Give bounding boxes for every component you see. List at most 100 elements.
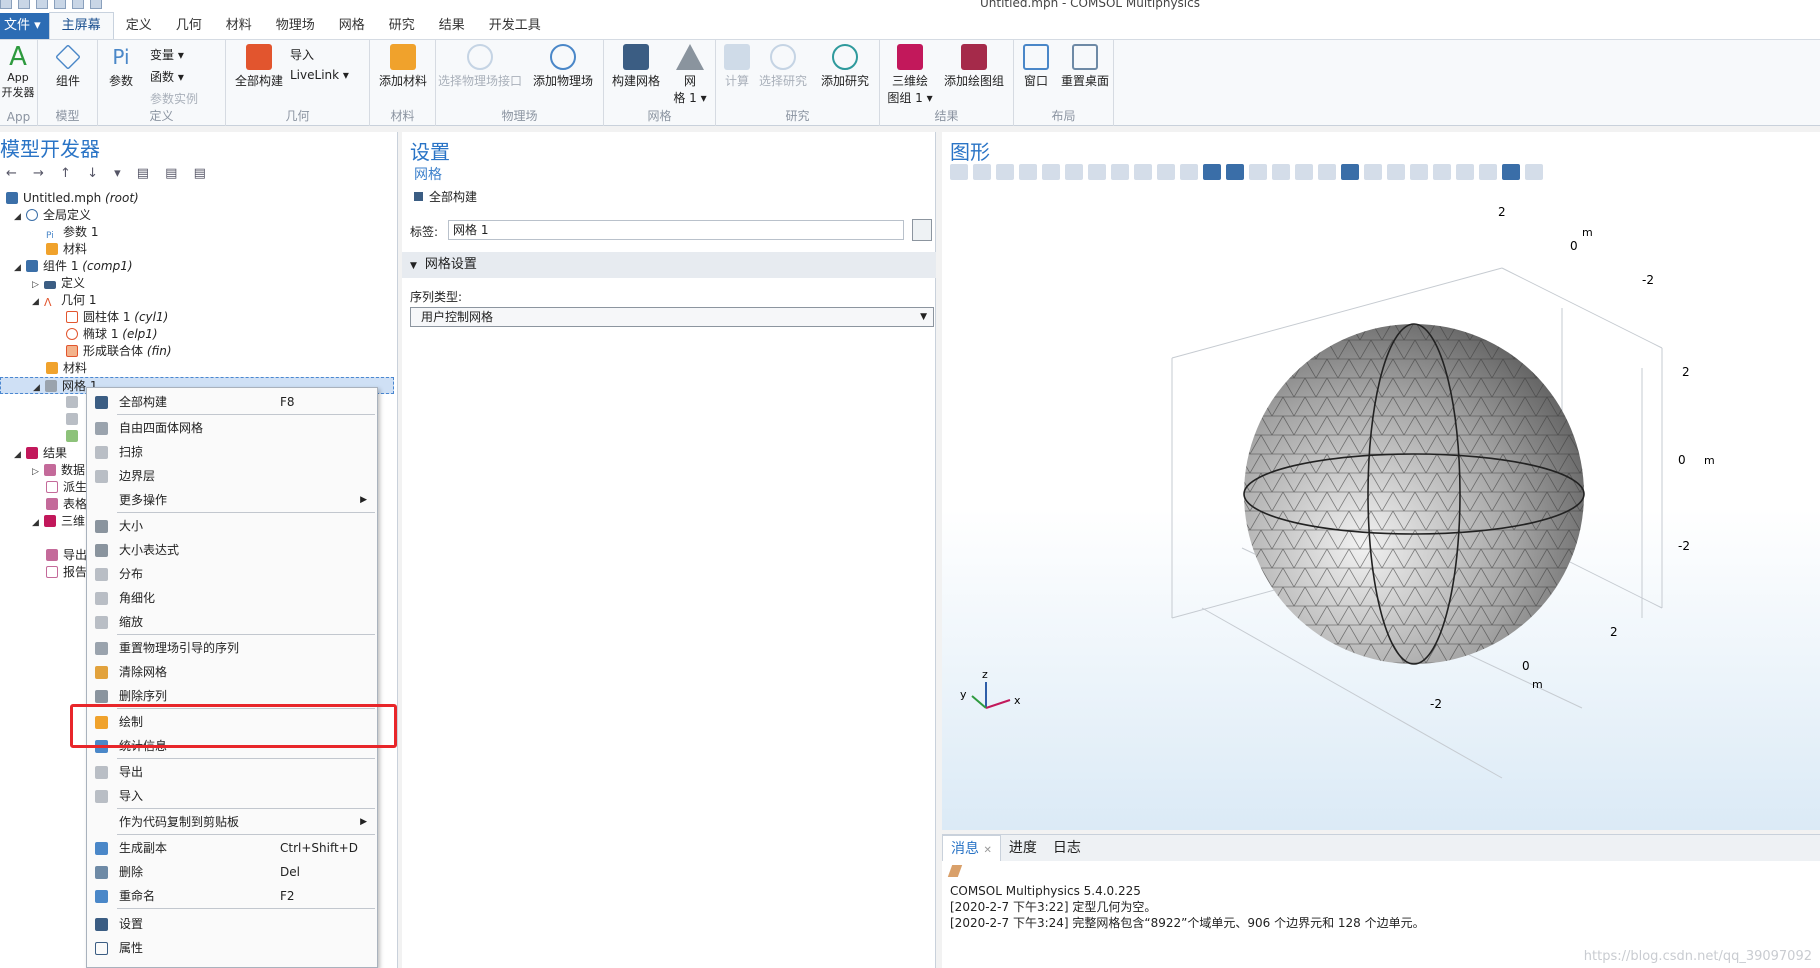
render-icon[interactable] (1502, 164, 1520, 180)
zoom-box-icon[interactable] (996, 164, 1014, 180)
build-mesh-button[interactable]: 构建网格 (608, 44, 664, 89)
close-icon[interactable]: ✕ (983, 845, 991, 856)
reset-desktop-button[interactable]: 重置桌面 (1058, 44, 1112, 89)
compute-button[interactable]: 计算 (722, 44, 752, 89)
axes-icon[interactable] (1065, 164, 1083, 180)
tree-node-results[interactable]: ◢ 结果 (14, 445, 67, 462)
collapse-arrow-icon[interactable]: ◢ (14, 260, 26, 277)
grid-icon[interactable] (1042, 164, 1060, 180)
print-icon[interactable] (1525, 164, 1543, 180)
menu-item-size[interactable]: 大小 (87, 514, 377, 538)
menu-item-properties[interactable]: 属性 (87, 936, 377, 960)
save-icon[interactable] (36, 0, 48, 9)
redo-icon[interactable] (90, 0, 102, 9)
menu-item-rename[interactable]: 重命名 F2 (87, 884, 377, 908)
menu-item-more-operations[interactable]: 更多操作 ▶ (87, 488, 377, 512)
menu-item-export[interactable]: 导出 (87, 760, 377, 784)
hide-icon[interactable] (1387, 164, 1405, 180)
zoom-extents-icon[interactable] (1019, 164, 1037, 180)
collapse-arrow-icon[interactable]: ◢ (32, 515, 44, 532)
menu-item-swept[interactable]: 扫掠 (87, 440, 377, 464)
undo-icon[interactable] (72, 0, 84, 9)
menu-item-import[interactable]: 导入 (87, 784, 377, 808)
build-all-button[interactable]: 全部构建 (234, 44, 284, 89)
graphics-canvas[interactable]: 2 m 0 -2 2 0 m -2 2 0 m -2 z x y (942, 188, 1820, 830)
zoom-selection-icon[interactable] (1364, 164, 1382, 180)
collapse-arrow-icon[interactable]: ◢ (14, 209, 26, 226)
clear-selection-icon[interactable] (1295, 164, 1313, 180)
open-icon[interactable] (18, 0, 30, 9)
tree-node-mesh-size[interactable] (66, 394, 83, 411)
zoom-out-icon[interactable] (973, 164, 991, 180)
tree-node-mesh-plot[interactable] (66, 428, 83, 445)
expand-arrow-icon[interactable]: ▷ (32, 464, 44, 481)
tree-node-tables[interactable]: 表格 (46, 496, 87, 513)
menu-item-clear-mesh[interactable]: 清除网格 (87, 660, 377, 684)
tab-progress[interactable]: 进度 (1001, 835, 1045, 861)
tab-mesh[interactable]: 网格 (327, 13, 377, 39)
menu-item-build-all[interactable]: 全部构建 F8 (87, 390, 377, 414)
select-object-icon[interactable] (1203, 164, 1221, 180)
tree-node-definitions[interactable]: ▷ 定义 (32, 275, 85, 292)
menu-item-reset-sequence[interactable]: 重置物理场引导的序列 (87, 636, 377, 660)
menu-item-boundary-layers[interactable]: 边界层 (87, 464, 377, 488)
add-physics-button[interactable]: 添加物理场 (528, 44, 598, 89)
view-zx-icon[interactable] (1134, 164, 1152, 180)
tree-node-ellipsoid[interactable]: 椭球 1 (elp1) (66, 326, 158, 343)
view-xy-icon[interactable] (1088, 164, 1106, 180)
tree-node-global-definitions[interactable]: ◢ 全局定义 (14, 207, 91, 224)
import-button[interactable]: 导入 (290, 46, 314, 63)
clear-messages-icon[interactable] (947, 865, 1812, 883)
plot-group-3d-button[interactable]: 三维绘 图组 1 ▾ (884, 44, 936, 106)
mesh1-button[interactable]: 网 格 1 ▾ (668, 44, 712, 106)
add-study-button[interactable]: 添加研究 (816, 44, 874, 89)
menu-item-settings[interactable]: 设置 (87, 912, 377, 936)
tree-node-component-materials[interactable]: 材料 (46, 360, 87, 377)
collapse-arrow-icon[interactable]: ◢ (32, 294, 44, 311)
menu-item-delete[interactable]: 删除 Del (87, 860, 377, 884)
label-input[interactable]: 网格 1 (448, 220, 904, 240)
physics-interface-button[interactable]: 选择物理场接口 (436, 44, 524, 89)
transparency-icon[interactable] (1433, 164, 1451, 180)
select-domain-icon[interactable] (1226, 164, 1244, 180)
add-plot-group-button[interactable]: 添加绘图组 (938, 44, 1010, 89)
new-icon[interactable] (0, 0, 12, 9)
tree-node-plot3d[interactable]: ◢ 三维 (32, 513, 85, 530)
component-button[interactable]: 组件 (48, 44, 88, 89)
tree-node-reports[interactable]: 报告 (46, 564, 87, 581)
tree-node-datasets[interactable]: ▷ 数据 (32, 462, 85, 479)
tree-node-derived[interactable]: 派生 (46, 479, 87, 496)
tree-node-form-union[interactable]: 形成联合体 (fin) (66, 343, 172, 360)
tree-node-export[interactable]: 导出 (46, 547, 87, 564)
tab-geometry[interactable]: 几何 (164, 13, 214, 39)
tree-node-component[interactable]: ◢ 组件 1 (comp1) (14, 258, 133, 275)
wireframe-icon[interactable] (1410, 164, 1428, 180)
tab-log[interactable]: 日志 (1045, 835, 1089, 861)
tab-definitions[interactable]: 定义 (114, 13, 164, 39)
collapse-arrow-icon[interactable]: ◢ (14, 447, 26, 464)
refresh-icon[interactable] (1479, 164, 1497, 180)
menu-item-corner-refinement[interactable]: 角细化 (87, 586, 377, 610)
tree-toolbar[interactable]: ← → ↑ ↓ ▾ ▤ ▤ ▤ (0, 166, 397, 186)
menu-item-duplicate[interactable]: 生成副本 Ctrl+Shift+D (87, 836, 377, 860)
view-yz-icon[interactable] (1111, 164, 1129, 180)
tree-node-geometry[interactable]: ◢ Λ 几何 1 (32, 292, 96, 309)
tab-study[interactable]: 研究 (377, 13, 427, 39)
screenshot-icon[interactable] (1318, 164, 1336, 180)
param-instance-button[interactable]: 参数实例 (150, 90, 198, 107)
app-builder-button[interactable]: A App 开发器 (0, 44, 36, 100)
select-edge-icon[interactable] (1272, 164, 1290, 180)
menu-item-scale[interactable]: 缩放 (87, 610, 377, 634)
tree-node-mesh-free-tet[interactable] (66, 411, 83, 428)
select-study-button[interactable]: 选择研究 (754, 44, 812, 89)
menu-item-distribution[interactable]: 分布 (87, 562, 377, 586)
tree-node-root[interactable]: Untitled.mph (root) (6, 190, 139, 207)
zoom-in-icon[interactable] (950, 164, 968, 180)
quick-access-toolbar[interactable] (0, 0, 102, 9)
tab-results[interactable]: 结果 (427, 13, 477, 39)
parameters-button[interactable]: Pi 参数 (106, 44, 136, 89)
tab-messages[interactable]: 消息 ✕ (942, 835, 1001, 861)
camera-icon[interactable] (1341, 164, 1359, 180)
run-icon[interactable] (54, 0, 66, 9)
select-boundary-icon[interactable] (1249, 164, 1267, 180)
